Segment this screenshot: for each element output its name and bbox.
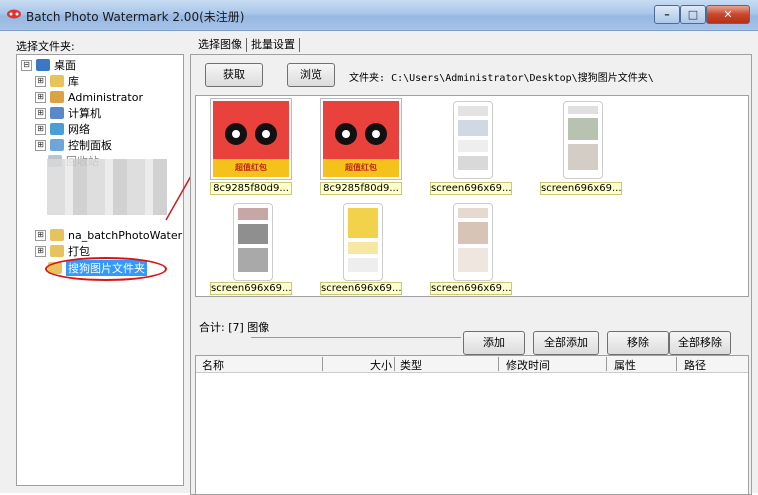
- divider: [251, 337, 461, 338]
- thumbnail-label[interactable]: screen696x69...: [540, 182, 622, 195]
- tab-select-images[interactable]: 选择图像: [194, 38, 247, 52]
- thumbnail-image: [453, 101, 493, 179]
- thumbnail-image: 超值红包: [213, 101, 289, 177]
- add-all-button[interactable]: 全部添加: [533, 331, 599, 355]
- thumbnail-label[interactable]: screen696x69...: [210, 282, 292, 295]
- eye-shape: [225, 123, 247, 145]
- browse-button[interactable]: 浏览: [287, 63, 335, 87]
- column-header-attributes[interactable]: 属性: [608, 357, 677, 372]
- remove-button[interactable]: 移除: [607, 331, 669, 355]
- thumbnail[interactable]: [430, 200, 512, 282]
- tab-batch-settings[interactable]: 批量设置: [247, 38, 300, 52]
- main-panel: 选择图像 批量设置 获取 浏览 文件夹: C:\Users\Administra…: [190, 34, 752, 495]
- tab-content: 获取 浏览 文件夹: C:\Users\Administrator\Deskto…: [190, 54, 752, 495]
- thumbnail-label[interactable]: 8c9285f80d9...: [210, 182, 292, 195]
- eye-shape: [365, 123, 387, 145]
- folder-path: C:\Users\Administrator\Desktop\搜狗图片文件夹\: [391, 73, 654, 84]
- app-window: Batch Photo Watermark 2.00(未注册) – □ ✕ 选择…: [0, 0, 758, 495]
- folder-label: 文件夹:: [349, 73, 386, 84]
- file-list[interactable]: 名称 大小 类型 修改时间 属性 路径: [195, 355, 749, 495]
- thumbnail-image: [563, 101, 603, 179]
- thumbnail-image: [233, 203, 273, 281]
- thumbnail-image: [453, 203, 493, 281]
- thumbnail[interactable]: [210, 200, 292, 282]
- folder-path-display: 文件夹: C:\Users\Administrator\Desktop\搜狗图片…: [349, 69, 654, 84]
- thumbnail-gallery[interactable]: 超值红包 8c9285f80d9... 超值红包 8c9285f80d9...: [195, 95, 749, 297]
- thumbnail-image: 超值红包: [323, 101, 399, 177]
- thumbnail-banner: 超值红包: [213, 159, 289, 177]
- thumbnail[interactable]: [430, 98, 512, 180]
- thumbnail-label[interactable]: screen696x69...: [430, 282, 512, 295]
- eye-shape: [335, 123, 357, 145]
- column-header-modified[interactable]: 修改时间: [500, 357, 607, 372]
- add-button[interactable]: 添加: [463, 331, 525, 355]
- thumbnail-label[interactable]: 8c9285f80d9...: [320, 182, 402, 195]
- thumbnail-label[interactable]: screen696x69...: [430, 182, 512, 195]
- tab-strip: 选择图像 批量设置: [194, 38, 300, 52]
- remove-all-button[interactable]: 全部移除: [669, 331, 731, 355]
- thumbnail[interactable]: 超值红包: [320, 98, 402, 180]
- column-header-type[interactable]: 类型: [394, 357, 499, 372]
- thumbnail-banner: 超值红包: [323, 159, 399, 177]
- thumbnail[interactable]: [540, 98, 622, 180]
- column-header-path[interactable]: 路径: [678, 357, 746, 372]
- list-header: 名称 大小 类型 修改时间 属性 路径: [196, 356, 748, 373]
- image-count: 合计: [7] 图像: [199, 321, 270, 334]
- column-header-name[interactable]: 名称: [196, 357, 323, 372]
- thumbnail-label[interactable]: screen696x69...: [320, 282, 402, 295]
- eye-shape: [255, 123, 277, 145]
- acquire-button[interactable]: 获取: [205, 63, 263, 87]
- thumbnail[interactable]: [320, 200, 402, 282]
- thumbnail[interactable]: 超值红包: [210, 98, 292, 180]
- thumbnail-image: [343, 203, 383, 281]
- column-header-size[interactable]: 大小: [322, 357, 395, 372]
